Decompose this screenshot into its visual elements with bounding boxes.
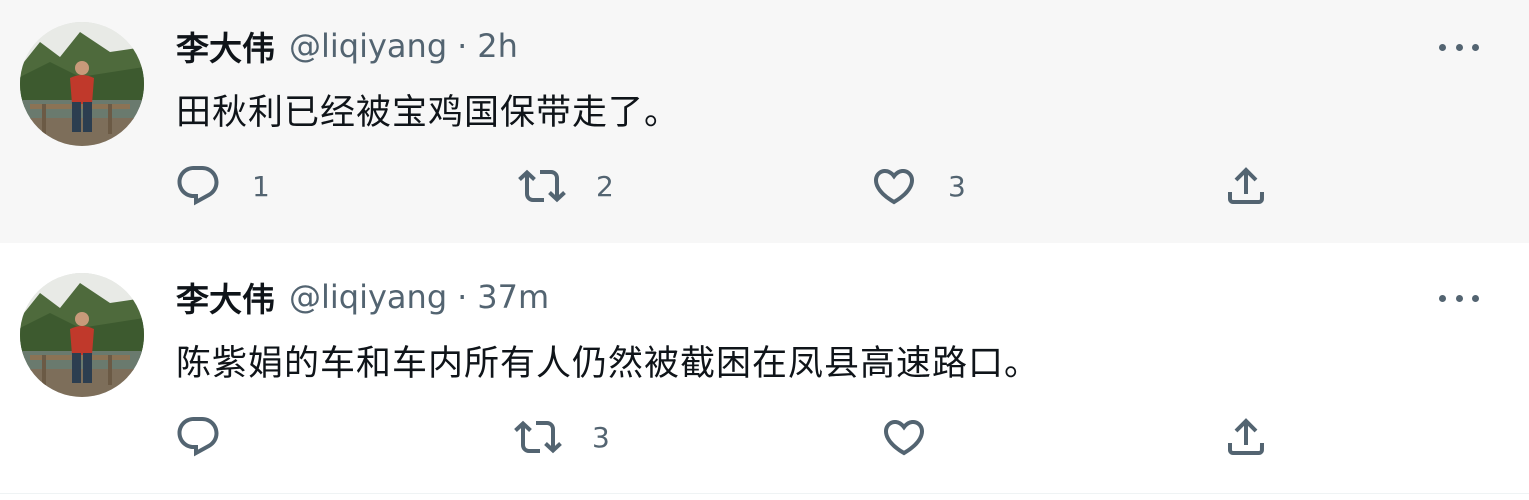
retweet-button[interactable]: 3 (514, 413, 610, 461)
timestamp[interactable]: 37m (477, 278, 549, 316)
like-button[interactable]: 3 (870, 162, 966, 210)
heart-icon (873, 169, 915, 205)
retweet-button[interactable]: 2 (518, 162, 614, 210)
retweet-icon (518, 169, 566, 203)
display-name[interactable]: 李大伟 (176, 22, 275, 70)
reply-icon (177, 166, 219, 206)
heart-icon (883, 420, 925, 456)
avatar[interactable] (20, 22, 144, 146)
user-handle[interactable]: @liqiyang (289, 278, 447, 316)
user-handle[interactable]: @liqiyang (289, 27, 447, 65)
reply-button[interactable] (174, 413, 252, 461)
share-icon (1228, 418, 1264, 455)
display-name[interactable]: 李大伟 (176, 273, 275, 321)
tweet-header: 李大伟 @liqiyang · 2h (176, 24, 518, 68)
reply-count: 1 (252, 169, 270, 203)
tweet[interactable]: 李大伟 @liqiyang · 37m 陈紫娟的车和车内所有人仍然被截困在凤县高… (0, 243, 1529, 494)
share-icon (1228, 167, 1264, 204)
avatar-image (20, 22, 144, 146)
reply-icon (177, 417, 219, 457)
more-icon[interactable] (1439, 288, 1479, 308)
share-button[interactable] (1222, 413, 1270, 461)
tweet[interactable]: 李大伟 @liqiyang · 2h 田秋利已经被宝鸡国保带走了。 1 2 3 (0, 0, 1529, 243)
retweet-count: 3 (592, 420, 610, 454)
tweet-text: 田秋利已经被宝鸡国保带走了。 (176, 93, 681, 133)
separator-dot: · (457, 278, 468, 316)
tweet-text: 陈紫娟的车和车内所有人仍然被截困在凤县高速路口。 (176, 344, 1041, 384)
like-count: 3 (948, 169, 966, 203)
avatar[interactable] (20, 273, 144, 397)
separator-dot: · (457, 27, 468, 65)
retweet-count: 2 (596, 169, 614, 203)
retweet-icon (514, 420, 562, 454)
like-button[interactable] (880, 413, 958, 461)
more-icon[interactable] (1439, 37, 1479, 57)
tweet-header: 李大伟 @liqiyang · 37m (176, 275, 549, 319)
timestamp[interactable]: 2h (477, 27, 518, 65)
reply-button[interactable]: 1 (174, 162, 270, 210)
avatar-image (20, 273, 144, 397)
share-button[interactable] (1222, 162, 1270, 210)
